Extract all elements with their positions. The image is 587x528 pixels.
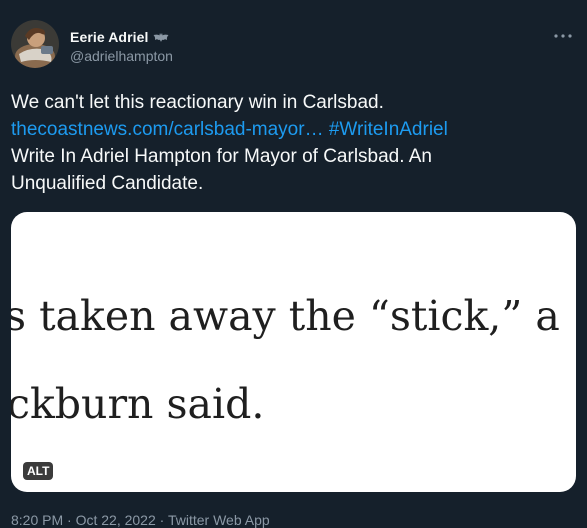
alt-badge[interactable]: ALT (23, 462, 54, 480)
tweet: Eerie Adriel @adrielhampton We can't let… (0, 0, 587, 528)
author-block: Eerie Adriel @adrielhampton (70, 27, 173, 65)
display-name-row: Eerie Adriel (70, 27, 173, 46)
meta-separator-2: · (159, 512, 165, 528)
media-text-line-1: s taken away the “stick,” a (11, 292, 560, 340)
article-link[interactable]: thecoastnews.com/carlsbad-mayor… (11, 119, 324, 140)
media-image[interactable]: s taken away the “stick,” a ckburn said.… (11, 212, 576, 492)
tweet-source-app[interactable]: Twitter Web App (168, 512, 270, 528)
tweet-text-line-2: thecoastnews.com/carlsbad-mayor… #WriteI… (11, 116, 576, 143)
tweet-date[interactable]: Oct 22, 2022 (76, 512, 156, 528)
tweet-text-line-3: Write In Adriel Hampton for Mayor of Car… (11, 146, 432, 167)
tweet-text: We can't let this reactionary win in Car… (11, 89, 576, 197)
tweet-time[interactable]: 8:20 PM (11, 512, 63, 528)
display-name[interactable]: Eerie Adriel (70, 29, 149, 45)
hashtag-link[interactable]: #WriteInAdriel (329, 119, 448, 140)
bat-emoji-icon (153, 31, 169, 43)
handle[interactable]: @adrielhampton (70, 48, 173, 64)
avatar[interactable] (11, 20, 59, 68)
meta-separator-1: · (67, 512, 72, 528)
tweet-text-line-1: We can't let this reactionary win in Car… (11, 92, 384, 113)
tweet-text-line-4: Unqualified Candidate. (11, 173, 204, 194)
media-text-line-2: ckburn said. (11, 380, 265, 428)
more-options-icon[interactable] (553, 26, 573, 46)
tweet-metadata: 8:20 PM · Oct 22, 2022 · Twitter Web App (11, 512, 270, 528)
